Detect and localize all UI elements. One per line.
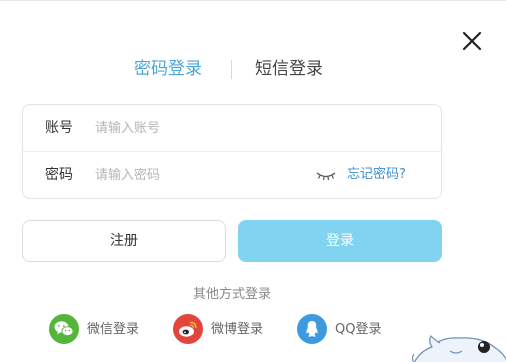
wechat-icon — [49, 314, 79, 344]
tab-password-login[interactable]: 密码登录 — [134, 57, 202, 81]
weibo-login-button[interactable]: 微博登录 — [173, 314, 283, 346]
login-tabs: 密码登录 短信登录 — [0, 57, 464, 83]
other-login-title: 其他方式登录 — [192, 287, 271, 302]
close-icon — [462, 31, 482, 51]
tab-sms-login[interactable]: 短信登录 — [255, 57, 323, 81]
mascot-illustration — [410, 329, 506, 362]
wechat-login-label: 微信登录 — [87, 322, 140, 337]
login-form: 账号 密码 忘记密码? — [22, 104, 442, 199]
weibo-icon — [173, 314, 203, 344]
wechat-login-button[interactable]: 微信登录 — [49, 314, 159, 346]
qq-icon — [297, 314, 327, 344]
register-button[interactable]: 注册 — [22, 220, 226, 262]
forgot-password-link[interactable]: 忘记密码? — [347, 166, 406, 184]
password-input[interactable] — [95, 162, 315, 188]
weibo-login-label: 微博登录 — [211, 322, 264, 337]
qq-login-label: QQ登录 — [335, 322, 382, 337]
close-button[interactable] — [459, 28, 485, 54]
account-label: 账号 — [45, 120, 73, 136]
tab-divider — [231, 60, 232, 79]
account-input[interactable] — [95, 115, 315, 141]
account-row: 账号 — [23, 105, 441, 152]
eye-closed-icon[interactable] — [315, 168, 337, 182]
password-row: 密码 忘记密码? — [23, 152, 441, 199]
qq-login-button[interactable]: QQ登录 — [297, 314, 397, 346]
password-label: 密码 — [45, 167, 73, 183]
login-dialog: 密码登录 短信登录 账号 密码 忘记密码? 注册 登录 其他方式登录 — [0, 0, 506, 362]
login-button[interactable]: 登录 — [238, 220, 442, 262]
